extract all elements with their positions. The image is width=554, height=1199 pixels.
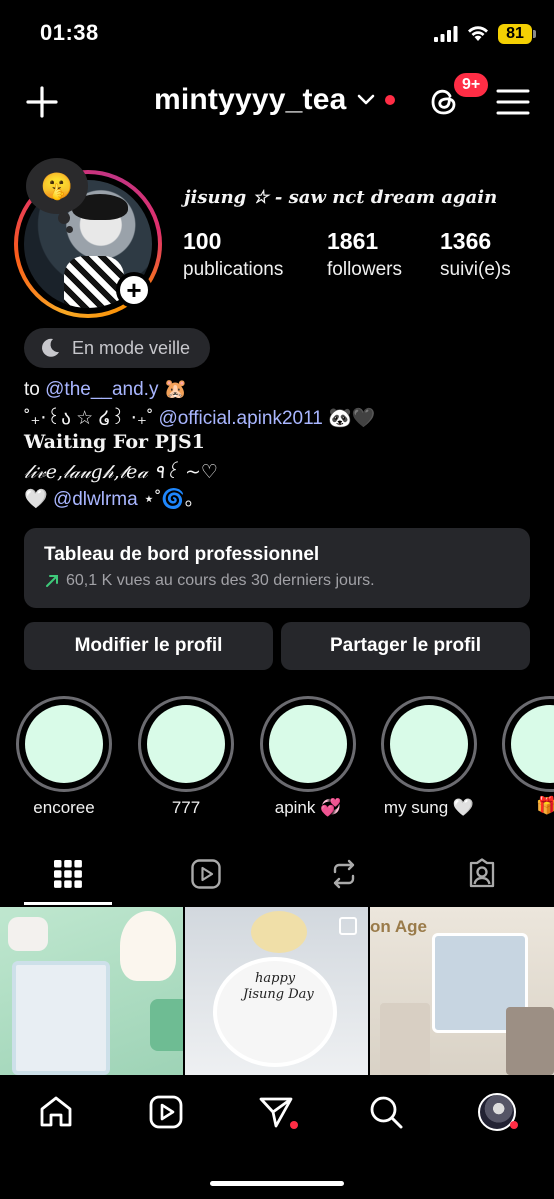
- highlight-label: 777: [171, 798, 201, 817]
- highlight-label: 🎁: [536, 796, 554, 815]
- carousel-icon: [339, 917, 357, 935]
- highlight-cover: [25, 705, 103, 783]
- cake-text-line-1: happy: [255, 971, 296, 986]
- magazine-title: on Age: [370, 917, 427, 936]
- photocard-shape: [12, 961, 110, 1075]
- stat-label: publications: [183, 259, 284, 280]
- bio-line-3: Waiting For PJS1: [24, 431, 205, 453]
- photocard-small-shape: [506, 1007, 554, 1075]
- bio-text: to: [24, 379, 46, 400]
- wifi-icon: [468, 26, 488, 41]
- stat-value: 100: [183, 228, 222, 254]
- messages-notification-dot: [290, 1121, 298, 1129]
- reposts-tab-icon[interactable]: [328, 858, 360, 890]
- home-indicator: [210, 1181, 344, 1186]
- note-bubble-tail-small: [66, 226, 73, 233]
- search-icon[interactable]: [368, 1094, 404, 1130]
- stat-value: 1366: [440, 228, 492, 254]
- character-sticker-shape: [120, 911, 176, 981]
- battery-level: 81: [506, 25, 524, 42]
- stat-publications[interactable]: 100 publications: [183, 228, 283, 281]
- trend-up-icon: [46, 575, 58, 587]
- reels-tab-icon[interactable]: [190, 858, 222, 890]
- highlight-cover: [511, 705, 554, 783]
- menu-icon[interactable]: [496, 88, 530, 116]
- highlight-label: apink 💞: [274, 798, 342, 817]
- stat-label: followers: [327, 259, 402, 280]
- mention-link[interactable]: @official.apink2011: [158, 408, 322, 429]
- bio-emoji: 🤍: [24, 489, 53, 510]
- mention-link[interactable]: @the__and.y: [45, 379, 158, 400]
- bio-line-2: ˚₊‧꒰ა ☆ ໒꒱ ‧₊˚ @official.apink2011 🐼🖤: [24, 404, 524, 430]
- highlight-ring: [502, 696, 554, 792]
- post-thumbnail[interactable]: [0, 907, 183, 1075]
- bio-line-5: 🤍 @dlwlrma ⋆˚🌀｡: [24, 484, 524, 511]
- direct-messages-icon[interactable]: [258, 1094, 294, 1130]
- bio-line-1: to @the__and.y 🐹: [24, 377, 524, 401]
- bio-emoji: 🐼🖤: [328, 408, 376, 429]
- highlight-my-sung[interactable]: [381, 696, 477, 792]
- tagged-tab-icon[interactable]: [466, 858, 498, 890]
- home-icon[interactable]: [38, 1094, 74, 1130]
- highlight-777[interactable]: [138, 696, 234, 792]
- reels-nav-icon[interactable]: [148, 1094, 184, 1130]
- binder-clasp-shape: [150, 999, 183, 1051]
- star-sticker-shape: [8, 917, 48, 951]
- note-emoji: 🤫: [40, 170, 74, 201]
- share-profile-button[interactable]: Partager le profil: [281, 622, 530, 670]
- highlight-cover: [269, 705, 347, 783]
- profile-notification-dot: [510, 1121, 518, 1129]
- battery-cap: [533, 30, 536, 38]
- moon-icon: [42, 338, 59, 357]
- post-thumbnail[interactable]: happy Jisung Day: [185, 907, 368, 1075]
- sleep-mode-label: En mode veille: [72, 337, 191, 358]
- dashboard-title: Tableau de bord professionnel: [44, 544, 320, 565]
- stat-following[interactable]: 1366 suivi(e)s: [440, 228, 511, 281]
- dashboard-subtitle: 60,1 K vues au cours des 30 derniers jou…: [44, 572, 510, 590]
- highlight-apink[interactable]: [260, 696, 356, 792]
- threads-badge: 9+: [452, 71, 491, 99]
- photocard-small-shape: [380, 1003, 430, 1075]
- stat-followers[interactable]: 1861 followers: [327, 228, 402, 281]
- cellular-signal-icon: [434, 26, 458, 42]
- active-tab-indicator: [24, 902, 112, 905]
- grid-tab-icon[interactable]: [52, 858, 84, 890]
- bear-plush-shape: [251, 911, 307, 953]
- edit-profile-button[interactable]: Modifier le profil: [24, 622, 273, 670]
- chevron-down-icon: [357, 94, 374, 105]
- bio-emoji: 🐹: [163, 379, 188, 400]
- profile-note: jisung ☆ - saw nct dream again: [184, 187, 498, 208]
- highlight-label: my sung 🤍: [383, 798, 475, 817]
- note-bubble[interactable]: 🤫: [26, 158, 88, 214]
- sleep-mode-pill[interactable]: En mode veille: [24, 328, 210, 368]
- highlight-gift[interactable]: [502, 696, 554, 792]
- stat-value: 1861: [327, 228, 379, 254]
- bio-text: ⋆˚🌀｡: [137, 489, 195, 510]
- status-time: 01:38: [40, 20, 99, 45]
- highlight-cover: [147, 705, 225, 783]
- notification-dot: [384, 95, 395, 105]
- professional-dashboard[interactable]: Tableau de bord professionnel 60,1 K vue…: [24, 528, 530, 608]
- cake-text-line-2: Jisung Day: [243, 987, 314, 1002]
- highlight-encoree[interactable]: [16, 696, 112, 792]
- avatar-shirt-shape: [64, 256, 124, 308]
- bio-line-4: 𝓁𝒾𝓋𝑒,𝓁𝒶𝓊𝑔𝒽,𝓉𝑒𝒶 ٩꒰ ~♡: [24, 461, 218, 483]
- highlight-cover: [390, 705, 468, 783]
- username: mintyyyy_tea: [154, 83, 347, 116]
- note-bubble-tail: [58, 212, 70, 224]
- create-plus-icon[interactable]: [26, 86, 58, 118]
- dashboard-views: 60,1 K vues au cours des 30 derniers jou…: [66, 572, 375, 589]
- add-story-button[interactable]: +: [116, 272, 152, 308]
- stat-label: suivi(e)s: [440, 259, 511, 280]
- post-thumbnail[interactable]: on Age: [370, 907, 554, 1075]
- highlight-label: encoree: [33, 798, 95, 817]
- bio-text: ˚₊‧꒰ა ☆ ໒꒱ ‧₊˚: [24, 408, 159, 429]
- account-switcher[interactable]: mintyyyy_tea: [154, 83, 395, 117]
- battery-icon: 81: [498, 24, 532, 44]
- mention-link[interactable]: @dlwlrma: [53, 489, 138, 510]
